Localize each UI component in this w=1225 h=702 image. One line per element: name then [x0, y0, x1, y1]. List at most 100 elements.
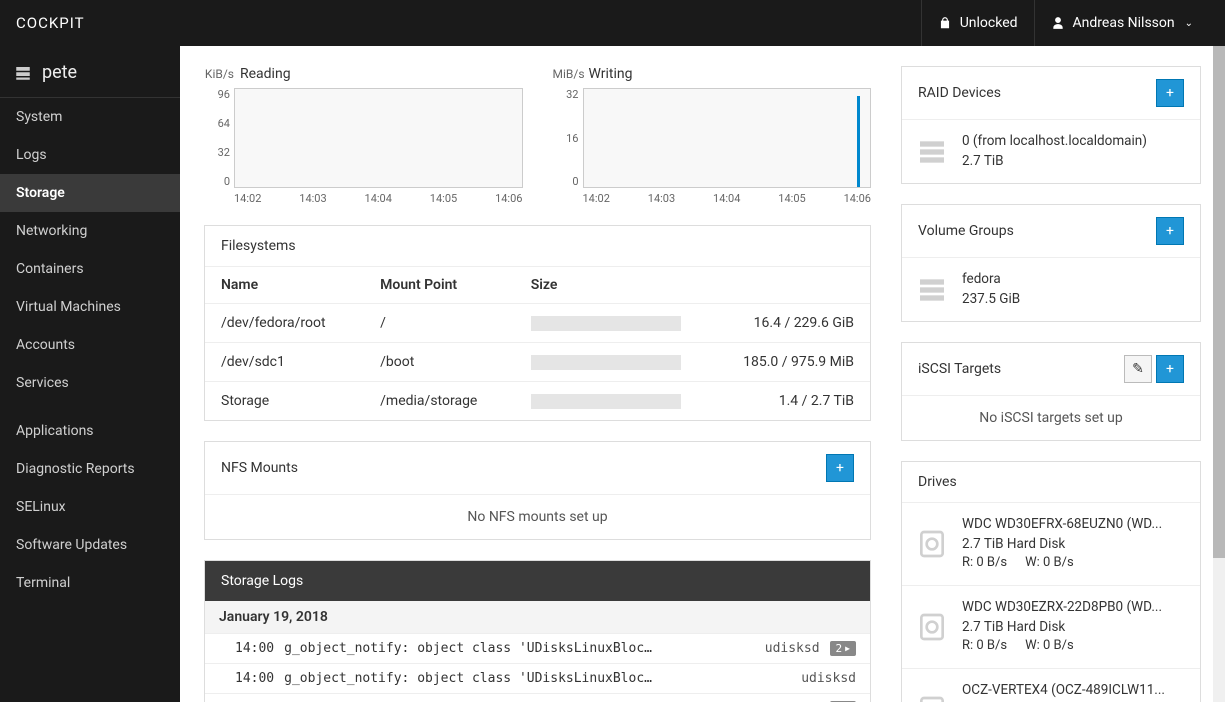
x-tick: 14:04	[713, 192, 740, 205]
log-row[interactable]: 14:00g_object_notify: object class 'UDis…	[205, 694, 870, 702]
nfs-add-button[interactable]: +	[826, 454, 854, 482]
x-tick: 14:03	[299, 192, 326, 205]
vg-title: Volume Groups	[918, 223, 1014, 239]
iscsi-add-button[interactable]: +	[1156, 355, 1184, 383]
drive-write: W: 0 B/s	[1025, 554, 1074, 573]
x-tick: 14:02	[234, 192, 261, 205]
sidebar-item-logs[interactable]: Logs	[0, 136, 180, 174]
user-menu[interactable]: Andreas Nilsson ⌄	[1034, 0, 1209, 46]
x-tick: 14:03	[648, 192, 675, 205]
log-message: g_object_notify: object class 'UDisksLin…	[284, 671, 791, 686]
reading-y-axis: 9664320	[204, 88, 234, 188]
drive-read: R: 0 B/s	[962, 637, 1007, 656]
x-tick: 14:02	[583, 192, 610, 205]
raid-add-button[interactable]: +	[1156, 79, 1184, 107]
raid-row[interactable]: 0 (from localhost.localdomain)2.7 TiB	[902, 120, 1200, 183]
user-label: Andreas Nilsson	[1073, 15, 1175, 31]
log-time: 14:00	[235, 641, 274, 656]
lock-icon	[938, 16, 952, 30]
sidebar-item-virtual-machines[interactable]: Virtual Machines	[0, 288, 180, 326]
iscsi-empty: No iSCSI targets set up	[902, 396, 1200, 440]
drive-name: WDC WD30EFRX-68EUZN0 (WD...	[962, 515, 1186, 535]
col-mount: Mount Point	[364, 267, 515, 304]
host-label: pete	[42, 62, 77, 83]
sidebar-item-diagnostic-reports[interactable]: Diagnostic Reports	[0, 450, 180, 488]
drive-row[interactable]: OCZ-VERTEX4 (OCZ-489ICLW11...238.5 GiB S…	[902, 669, 1200, 702]
drive-name: WDC WD30EZRX-22D8PB0 (WD...	[962, 598, 1186, 618]
filesystems-panel: Filesystems Name Mount Point Size /dev/f…	[204, 225, 871, 421]
sidebar: pete SystemLogsStorageNetworkingContaine…	[0, 46, 180, 702]
user-icon	[1051, 16, 1065, 30]
nfs-panel: NFS Mounts + No NFS mounts set up	[204, 441, 871, 540]
x-tick: 14:05	[778, 192, 805, 205]
table-row[interactable]: /dev/sdc1 /boot 185.0 / 975.9 MiB	[205, 343, 870, 382]
filesystems-title: Filesystems	[205, 226, 870, 267]
iscsi-panel: iSCSI Targets ✎ + No iSCSI targets set u…	[901, 342, 1201, 441]
nfs-empty: No NFS mounts set up	[205, 495, 870, 539]
usage-bar	[531, 355, 681, 370]
sidebar-item-services[interactable]: Services	[0, 364, 180, 402]
reading-title: Reading	[240, 66, 291, 82]
sidebar-item-accounts[interactable]: Accounts	[0, 326, 180, 364]
y-tick: 96	[204, 88, 230, 101]
lock-toggle[interactable]: Unlocked	[921, 0, 1034, 46]
logs-panel: Storage Logs January 19, 2018 14:00 g_obj…	[204, 560, 871, 702]
fs-mount: /media/storage	[364, 382, 515, 421]
vg-add-button[interactable]: +	[1156, 217, 1184, 245]
drive-read: R: 0 B/s	[962, 554, 1007, 573]
fs-size: 1.4 / 2.7 TiB	[693, 393, 854, 409]
log-source: udisksd	[765, 641, 820, 656]
nfs-head: NFS Mounts +	[205, 442, 870, 495]
iscsi-title: iSCSI Targets	[918, 361, 1001, 377]
iscsi-edit-button[interactable]: ✎	[1124, 355, 1152, 383]
y-tick: 32	[204, 146, 230, 159]
sidebar-item-terminal[interactable]: Terminal	[0, 564, 180, 602]
reading-x-axis: 14:0214:0314:0414:0514:06	[234, 192, 523, 205]
scrollbar-thumb[interactable]	[1213, 46, 1225, 558]
log-time: 14:00	[235, 671, 274, 686]
logs-date: January 19, 2018	[205, 601, 870, 634]
charts: KiB/s Reading 9664320 14:0214:0314:0414:…	[204, 66, 871, 205]
sidebar-item-software-updates[interactable]: Software Updates	[0, 526, 180, 564]
disk-icon	[916, 528, 948, 560]
log-row[interactable]: 14:00g_object_notify: object class 'UDis…	[205, 634, 870, 664]
sidebar-item-storage[interactable]: Storage	[0, 174, 180, 212]
writing-title: Writing	[589, 66, 633, 82]
drive-row[interactable]: WDC WD30EFRX-68EUZN0 (WD...2.7 TiB Hard …	[902, 503, 1200, 586]
host-name[interactable]: pete	[0, 46, 180, 98]
writing-chart: MiB/s Writing 32160 14:0214:0314:0414:05…	[553, 66, 872, 205]
col-size: Size	[515, 267, 870, 304]
fs-mount: /	[364, 304, 515, 343]
sidebar-item-containers[interactable]: Containers	[0, 250, 180, 288]
writing-y-axis: 32160	[553, 88, 583, 188]
writing-x-axis: 14:0214:0314:0414:0514:06	[583, 192, 872, 205]
table-row[interactable]: /dev/fedora/root / 16.4 / 229.6 GiB	[205, 304, 870, 343]
fs-mount: /boot	[364, 343, 515, 382]
vg-row[interactable]: fedora237.5 GiB	[902, 258, 1200, 321]
storage-icon	[916, 274, 948, 306]
sidebar-item-applications[interactable]: Applications	[0, 412, 180, 450]
vg-head: Volume Groups +	[902, 205, 1200, 258]
fs-name: Storage	[205, 382, 364, 421]
fs-size: 185.0 / 975.9 MiB	[693, 354, 854, 370]
sidebar-item-networking[interactable]: Networking	[0, 212, 180, 250]
fs-name: /dev/fedora/root	[205, 304, 364, 343]
drive-row[interactable]: WDC WD30EZRX-22D8PB0 (WD...2.7 TiB Hard …	[902, 586, 1200, 669]
brand: COCKPIT	[16, 14, 85, 32]
filesystems-table: Name Mount Point Size /dev/fedora/root /…	[205, 267, 870, 420]
sidebar-item-selinux[interactable]: SELinux	[0, 488, 180, 526]
drive-name: OCZ-VERTEX4 (OCZ-489ICLW11...	[962, 681, 1186, 701]
storage-icon	[916, 136, 948, 168]
vg-name: fedora	[962, 270, 1186, 290]
raid-name: 0 (from localhost.localdomain)	[962, 132, 1186, 152]
fs-name: /dev/sdc1	[205, 343, 364, 382]
disk-icon	[916, 611, 948, 643]
iscsi-head: iSCSI Targets ✎ +	[902, 343, 1200, 396]
table-row[interactable]: Storage /media/storage 1.4 / 2.7 TiB	[205, 382, 870, 421]
y-tick: 64	[204, 117, 230, 130]
logs-title: Storage Logs	[205, 561, 870, 601]
sidebar-item-system[interactable]: System	[0, 98, 180, 136]
scrollbar[interactable]	[1213, 46, 1225, 702]
vg-size: 237.5 GiB	[962, 290, 1186, 310]
log-row[interactable]: 14:00 g_object_notify: object class 'UDis…	[205, 664, 870, 694]
